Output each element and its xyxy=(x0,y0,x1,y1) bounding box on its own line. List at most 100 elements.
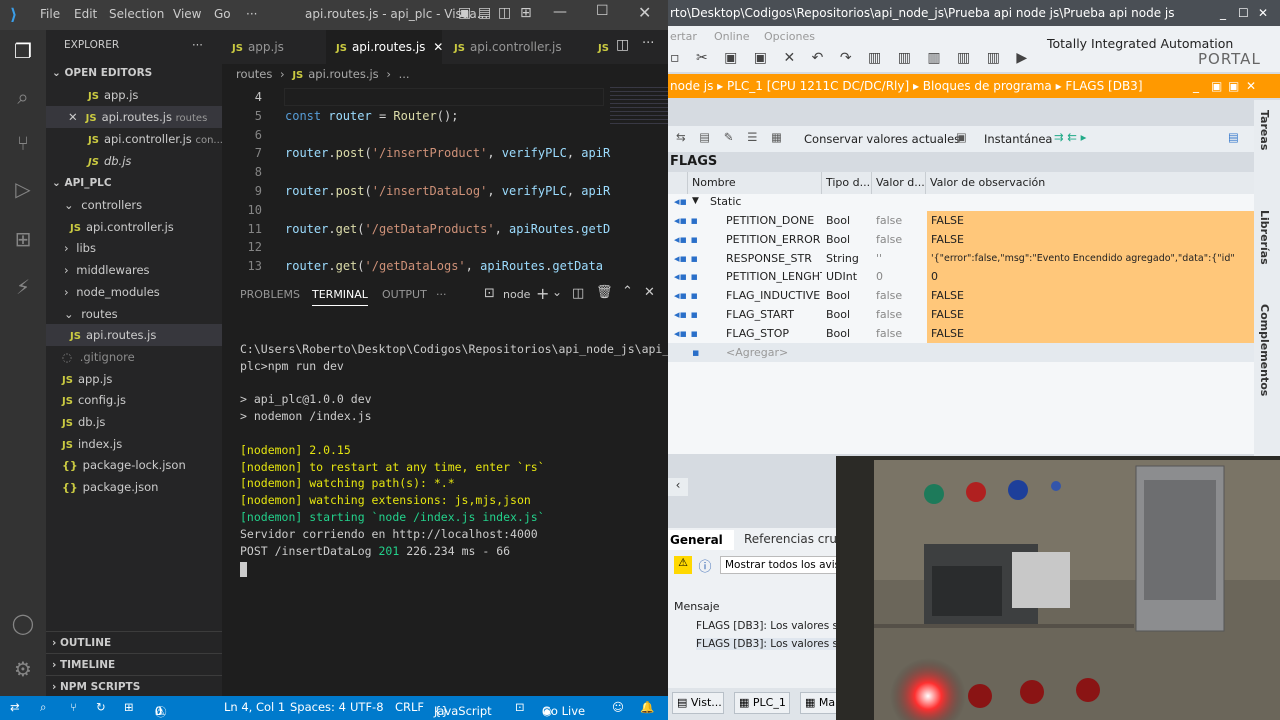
remote-icon[interactable]: ⇄ xyxy=(10,700,20,714)
col-header-name[interactable]: Nombre xyxy=(688,172,822,194)
tab-addins[interactable]: Complementos xyxy=(1258,304,1271,396)
folder-item[interactable]: › libs xyxy=(46,237,222,259)
menu-more[interactable]: ··· xyxy=(246,7,257,21)
breadcrumb-symbol[interactable]: ... xyxy=(399,67,410,81)
split-terminal-icon[interactable]: ◫ xyxy=(572,286,584,301)
db-toolbar-icons[interactable]: ⇆ ▤ ✎ ☰ ▦ xyxy=(676,130,787,144)
add-row[interactable]: ▪ <Agregar> xyxy=(668,342,1256,362)
col-header-default[interactable]: Valor d... xyxy=(872,172,926,194)
tab-app-js[interactable]: JS app.js xyxy=(222,30,326,64)
cursor-position[interactable]: Ln 4, Col 1 xyxy=(224,700,285,714)
float-editor-icon[interactable]: ▣ xyxy=(1211,74,1222,98)
close-icon[interactable]: ✕ xyxy=(638,3,651,22)
folder-item[interactable]: ⌄ routes xyxy=(46,303,222,325)
monitor-icon[interactable]: ⇉ ⇇ ▸ xyxy=(1054,130,1086,144)
outline-section[interactable]: › OUTLINE xyxy=(46,631,222,653)
tab-problems[interactable]: PROBLEMS xyxy=(240,288,300,301)
account-icon[interactable]: ◯ xyxy=(8,608,38,638)
encoding[interactable]: UTF-8 xyxy=(350,700,384,714)
db-variable-row[interactable]: ◂▪ ▪ RESPONSE_STR String '' '{"error":false,… xyxy=(668,248,1256,268)
trash-icon[interactable]: 🗑 xyxy=(596,285,613,300)
bell-icon[interactable]: 🔔 xyxy=(640,700,654,714)
tab-general[interactable]: General xyxy=(668,530,734,550)
terminal[interactable]: C:\Users\Roberto\Desktop\Codigos\Reposit… xyxy=(222,310,668,696)
folder-item[interactable]: ⌄ controllers xyxy=(46,194,222,216)
keep-actual-values-button[interactable]: Conservar valores actuales xyxy=(804,132,960,146)
code-line[interactable]: const router = Router(); xyxy=(285,109,458,123)
run-debug-icon[interactable]: ▷ xyxy=(8,174,38,204)
code-line[interactable]: router.get('/getDataLogs', apiRoutes.get… xyxy=(285,259,603,273)
layout-icon[interactable]: ⊡ xyxy=(515,700,525,714)
taskbar-plc[interactable]: ▦ PLC_1 xyxy=(734,692,790,714)
minimize-icon[interactable]: _ xyxy=(1220,0,1226,26)
breadcrumb-file[interactable]: api.routes.js xyxy=(308,67,378,81)
file-item[interactable]: JS api.controller.js xyxy=(46,216,222,238)
file-item[interactable]: JS db.js xyxy=(46,411,222,433)
maximize-icon[interactable]: ☐ xyxy=(596,3,609,19)
chevron-down-icon[interactable]: ⌄ xyxy=(552,285,562,299)
sync-icon[interactable]: ↻ xyxy=(96,700,106,714)
tab-terminal[interactable]: TERMINAL xyxy=(312,288,368,306)
project-header[interactable]: ⌄ API_PLC xyxy=(46,172,222,194)
explorer-icon[interactable]: ❐ xyxy=(8,36,38,66)
close-panel-icon[interactable]: ✕ xyxy=(644,285,655,300)
tab-libraries[interactable]: Librerías xyxy=(1258,210,1271,265)
editor-breadcrumb[interactable]: node js ▸ PLC_1 [CPU 1211C DC/DC/Rly] ▸ … xyxy=(670,79,1143,93)
menu-view[interactable]: View xyxy=(173,7,201,21)
chevron-down-icon[interactable]: ▼ xyxy=(692,192,699,211)
message-row[interactable]: FLAGS [DB3]: Los valores se xyxy=(696,620,844,632)
file-item[interactable]: JS api.routes.js xyxy=(46,324,222,347)
tab-cross-references[interactable]: Referencias cru xyxy=(744,532,837,546)
dock-editor-icon[interactable]: ▣ xyxy=(1228,74,1239,98)
breadcrumb-folder[interactable]: routes xyxy=(236,67,272,81)
extensions-icon[interactable]: ⊞ xyxy=(8,224,38,254)
indentation[interactable]: Spaces: 4 xyxy=(290,700,346,714)
branch-icon[interactable]: ⑂ xyxy=(70,700,77,714)
db-variable-row[interactable]: ◂▪ ▪ PETITION_DONE Bool false FALSE xyxy=(668,211,1256,230)
tab-tasks[interactable]: Tareas xyxy=(1258,110,1271,150)
file-item[interactable]: JS app.js xyxy=(46,368,222,390)
search-icon[interactable]: ⌕ xyxy=(40,700,46,715)
snapshot-button[interactable]: Instantánea xyxy=(984,132,1052,146)
db-variable-row[interactable]: ◂▪ ▪ FLAG_INDUCTIVE Bool false FALSE xyxy=(668,286,1256,306)
warning-icon[interactable]: ⚠ xyxy=(674,556,692,574)
extensions-icon[interactable]: ⊞ xyxy=(124,700,134,714)
open-editor-item[interactable]: JS api.controller.js con... xyxy=(46,128,222,150)
customize-layout-icon[interactable]: ⊞ xyxy=(520,5,532,21)
account-icon[interactable]: ☺ xyxy=(612,700,624,714)
section-row[interactable]: ◂▪ ▼ Static xyxy=(668,192,1256,211)
panel-toggle-icon[interactable]: ▤ xyxy=(478,5,491,21)
close-editor-icon[interactable]: ✕ xyxy=(68,110,78,124)
open-editor-item[interactable]: JS app.js xyxy=(46,84,222,106)
filter-dropdown[interactable]: Mostrar todos los aviso xyxy=(720,556,838,574)
menu-edit[interactable]: Edit xyxy=(74,7,97,21)
info-icon[interactable]: ⓘ xyxy=(696,556,714,575)
menu-file[interactable]: File xyxy=(40,7,60,21)
col-header-observed[interactable]: Valor de observación xyxy=(926,172,1256,194)
code-editor[interactable]: 4 5 const router = Router(); 6 7 router.post(… xyxy=(222,84,668,274)
live-share-icon[interactable]: ⚡ xyxy=(8,272,38,302)
close-icon[interactable]: ✕ xyxy=(1258,0,1268,26)
open-editors-header[interactable]: ⌄ OPEN EDITORS xyxy=(46,62,222,84)
explorer-more-icon[interactable]: ··· xyxy=(192,34,212,56)
settings-gear-icon[interactable]: ⚙ xyxy=(8,654,38,684)
layout-icon[interactable]: ▣ xyxy=(458,5,471,21)
new-terminal-icon[interactable]: + xyxy=(536,284,549,303)
panel-more[interactable]: ··· xyxy=(436,288,447,301)
minimize-editor-icon[interactable]: _ xyxy=(1193,74,1199,98)
terminal-name[interactable]: node xyxy=(503,288,530,301)
editor-more-icon[interactable]: ··· xyxy=(642,36,654,51)
minimap[interactable] xyxy=(610,84,668,124)
search-icon[interactable]: ⌕ xyxy=(8,82,38,112)
task-icon[interactable]: ▤ xyxy=(1228,130,1239,144)
timeline-section[interactable]: › TIMELINE xyxy=(46,653,222,675)
end-of-line[interactable]: CRLF xyxy=(395,700,424,714)
open-editor-item-active[interactable]: ✕ JS api.routes.js routes xyxy=(46,106,222,128)
db-variable-row[interactable]: ◂▪ ▪ FLAG_STOP Bool false FALSE xyxy=(668,323,1256,343)
file-item[interactable]: {} package-lock.json xyxy=(46,454,222,476)
db-variable-row[interactable]: ◂▪ ▪ PETITION_LENGHT UDInt 0 0 xyxy=(668,267,1256,287)
split-icon[interactable]: ◫ xyxy=(498,5,511,21)
minimize-icon[interactable]: — xyxy=(553,4,567,20)
message-row[interactable]: FLAGS [DB3]: Los valores se xyxy=(696,638,845,650)
close-editor-icon[interactable]: ✕ xyxy=(1246,74,1256,98)
